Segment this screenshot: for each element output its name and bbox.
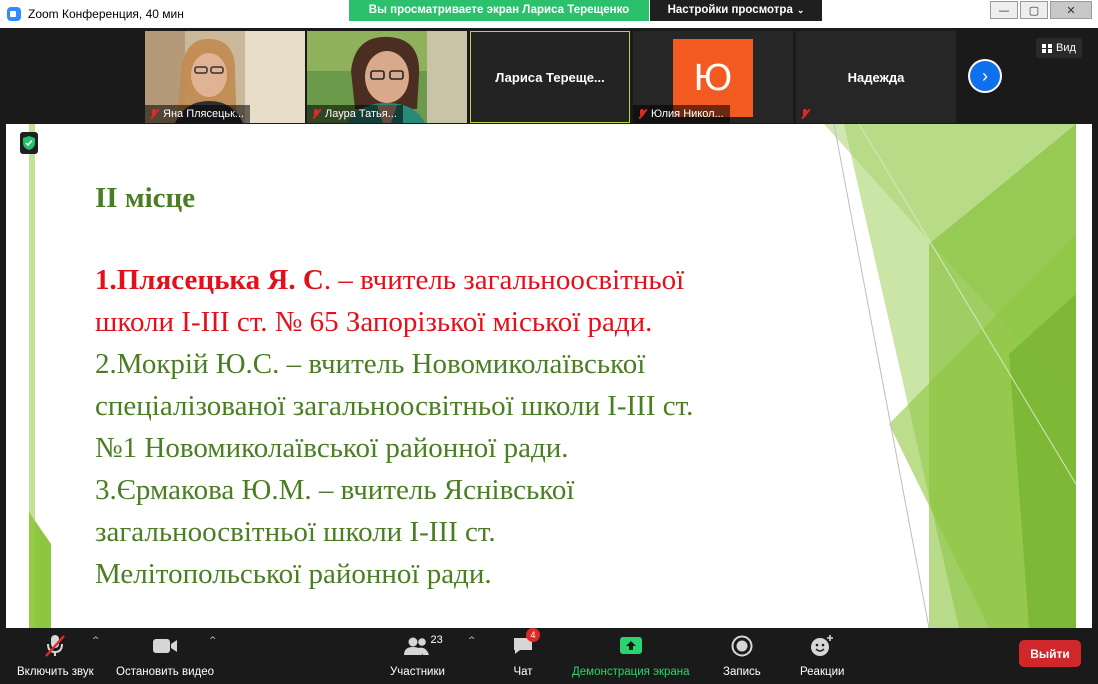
unmute-button[interactable]: Включить звук (17, 634, 94, 678)
zoom-app-icon (7, 7, 21, 21)
participant-tile-active-speaker[interactable]: Лариса Терещe... (470, 31, 630, 123)
mic-muted-icon (800, 108, 810, 120)
participant-tile[interactable]: Надежда (796, 31, 956, 123)
record-label: Запись (723, 666, 761, 678)
participant-tile[interactable]: Лаура Татья... (307, 31, 467, 123)
participant-name: Лаура Татья... (325, 108, 397, 120)
participant-name: Надежда (847, 69, 905, 85)
window-title: Zoom Конференция, 40 мин (28, 7, 184, 21)
participant-name: Юлия Никол... (651, 108, 724, 120)
participant-name: Лариса Терещe... (495, 69, 605, 85)
slide-line: школи І-ІІІ ст. № 65 Запорізької міської… (95, 306, 653, 338)
unmute-label: Включить звук (17, 666, 94, 678)
minimize-button[interactable]: — (990, 1, 1018, 19)
emoji-add-icon (810, 634, 834, 658)
window-controls: — ▢ ✕ (990, 1, 1092, 19)
mic-muted-icon (311, 108, 321, 120)
leave-meeting-button[interactable]: Выйти (1019, 640, 1081, 667)
participant-thumbnail-strip: Яна Плясецьк... Лаура Татья... Лариса Те… (0, 28, 1098, 124)
screen-share-banner: Вы просматриваете экран Лариса Терещенко (349, 0, 649, 21)
video-camera-icon (152, 634, 178, 658)
participant-tile[interactable]: Ю Юлия Никол... (633, 31, 793, 123)
chat-label: Чат (513, 666, 533, 678)
participant-name-tag: Лаура Татья... (307, 105, 403, 123)
slide-line: Мелітопольської районної ради. (95, 558, 492, 590)
share-screen-label: Демонстрация экрана (572, 666, 690, 678)
stop-video-label: Остановить видео (116, 666, 214, 678)
view-options-label: Настройки просмотра (667, 4, 793, 16)
participants-options-caret-icon[interactable]: ^ (468, 636, 476, 646)
audio-options-caret-icon[interactable]: ^ (92, 636, 100, 646)
slide-line-text: . – вчитель загальноосвітньої (323, 264, 685, 296)
participant-name-tag: Яна Плясецьк... (145, 105, 251, 123)
mic-muted-icon (149, 108, 159, 120)
grid-icon (1042, 43, 1052, 53)
participant-name-tag: Юлия Никол... (633, 105, 730, 123)
meeting-toolbar: Включить звук ^ Остановить видео ^ 23 Уч… (0, 628, 1098, 684)
slide-line: 2.Мокрій Ю.С. – вчитель Новомиколаївсько… (95, 348, 646, 380)
participants-icon: 23 (403, 634, 443, 658)
participants-label: Участники (390, 666, 445, 678)
slide-line-bold: 1.Плясецька Я. С (95, 264, 324, 296)
shared-screen-area: ІІ місце 1.Плясецька Я. С. – вчитель заг… (6, 124, 1092, 628)
slide-line: загальноосвітньої школи І-ІІІ ст. (95, 516, 496, 548)
slide-line: 3.Єрмакова Ю.М. – вчитель Яснівської (95, 474, 575, 506)
next-page-arrow-button[interactable]: › (970, 61, 1000, 91)
participants-count: 23 (430, 634, 443, 646)
video-options-caret-icon[interactable]: ^ (209, 636, 217, 646)
chevron-down-icon: ⌄ (796, 5, 805, 15)
slide-text-block: ІІ місце 1.Плясецька Я. С. – вчитель заг… (95, 182, 855, 595)
slide-line: №1 Новомиколаївської районної ради. (95, 432, 569, 464)
stop-video-button[interactable]: Остановить видео (116, 634, 214, 678)
mic-muted-icon (637, 108, 647, 120)
view-button[interactable]: Вид (1036, 38, 1082, 58)
participant-tile[interactable]: Яна Плясецьк... (145, 31, 305, 123)
chat-bubble-icon: 4 (512, 628, 540, 658)
participant-name: Яна Плясецьк... (163, 108, 245, 120)
chat-button[interactable]: 4 Чат (512, 628, 540, 678)
maximize-button[interactable]: ▢ (1020, 1, 1048, 19)
slide-title: ІІ місце (95, 182, 196, 214)
record-button[interactable]: Запись (723, 634, 761, 678)
chat-unread-badge: 4 (526, 628, 540, 642)
reactions-label: Реакции (800, 666, 845, 678)
share-screen-icon (619, 634, 643, 658)
microphone-muted-icon (44, 634, 66, 658)
participants-button[interactable]: 23 Участники (390, 634, 445, 678)
record-icon (731, 634, 753, 658)
slide-line: спеціалізованої загальноосвітньої школи … (95, 390, 694, 422)
reactions-button[interactable]: Реакции (800, 634, 844, 678)
security-shield-icon[interactable] (20, 132, 38, 154)
view-button-label: Вид (1056, 42, 1076, 54)
share-screen-button[interactable]: Демонстрация экрана (572, 634, 690, 678)
presentation-slide: ІІ місце 1.Плясецька Я. С. – вчитель заг… (29, 124, 1076, 628)
window-title-bar: Zoom Конференция, 40 мин Вы просматривае… (0, 0, 1098, 29)
slide-line: 1.Плясецька Я. С. – вчитель загальноосві… (95, 259, 855, 301)
view-options-dropdown[interactable]: Настройки просмотра ⌄ (650, 0, 822, 21)
participant-name-tag (796, 105, 816, 123)
close-window-button[interactable]: ✕ (1050, 1, 1092, 19)
shield-icon (23, 136, 35, 150)
